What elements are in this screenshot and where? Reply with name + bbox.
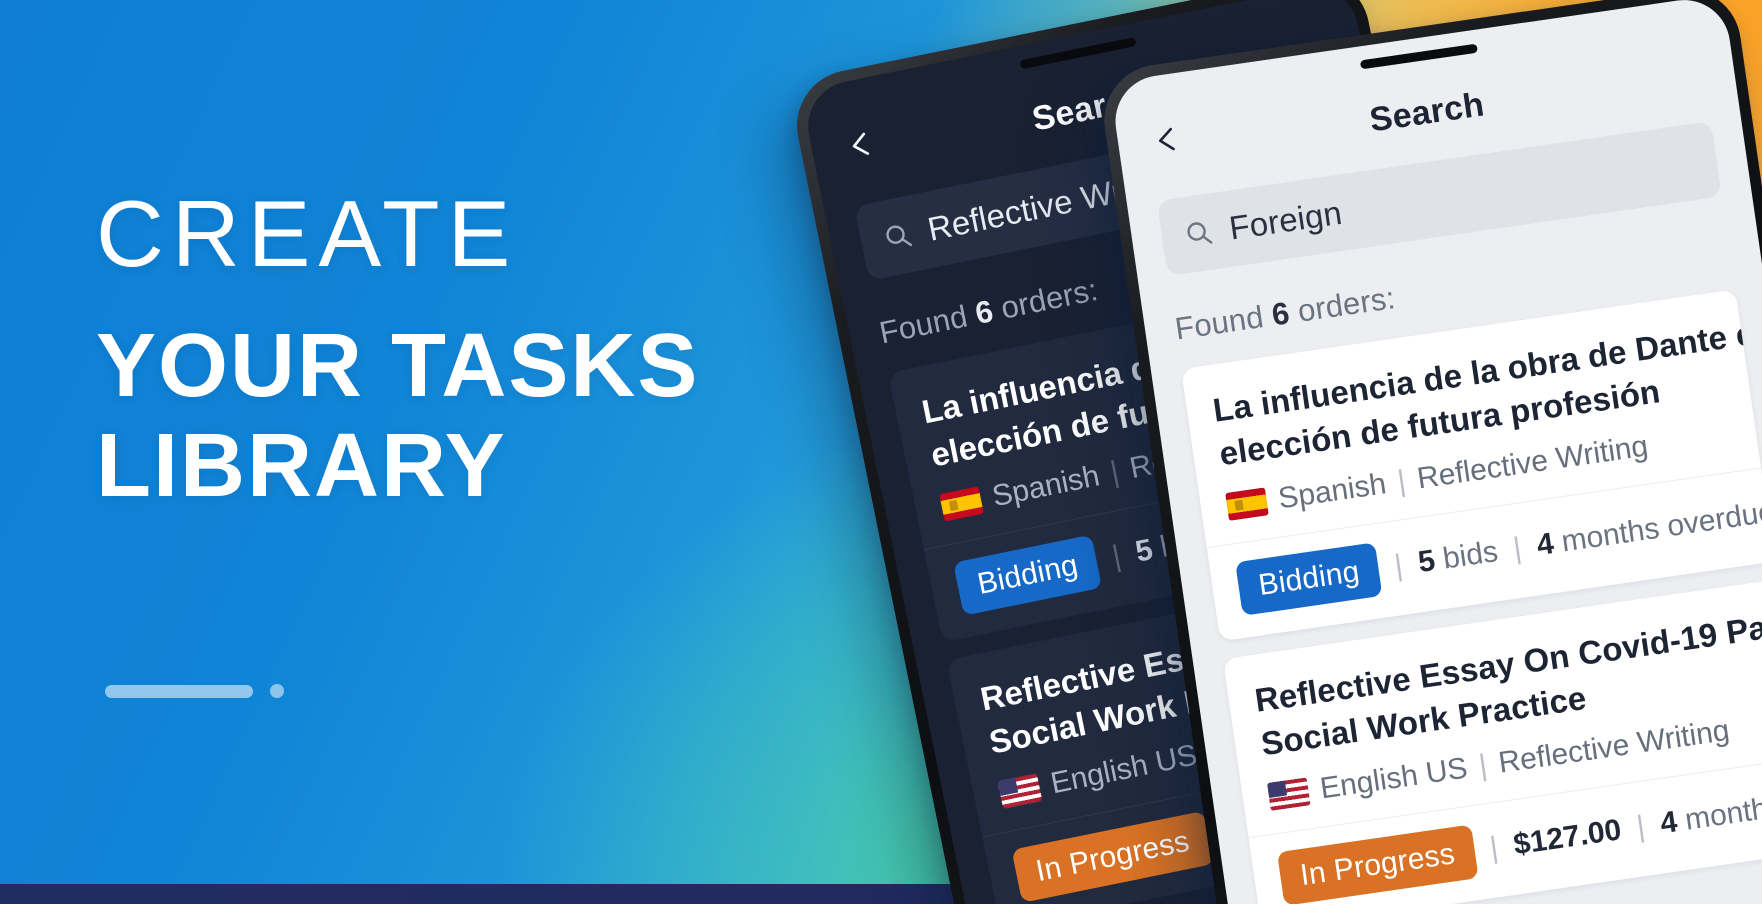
order-due-unit: months overdue [1682,773,1762,837]
headline-line-3: LIBRARY [96,416,507,516]
order-price: $127.00 [1511,813,1624,862]
found-suffix: orders: [1286,280,1398,330]
search-icon [880,219,915,254]
meta-separator: | [1476,748,1490,783]
meta-separator: | [1395,464,1408,499]
carousel-pagination[interactable] [105,684,284,698]
order-bids-unit: bids [1432,535,1500,577]
page-title: Search [1367,84,1487,139]
flag-usa-icon [1266,777,1311,811]
foot-separator: | [1487,831,1501,865]
order-due-unit: months overdue [1551,495,1762,560]
slide-canvas: CREATE YOUR TASKS LIBRARY Search Reflect… [0,0,1762,904]
search-icon [1182,216,1216,250]
foot-separator: | [1109,539,1124,574]
status-badge: In Progress [1011,810,1214,903]
status-badge: Bidding [1235,542,1383,616]
chevron-left-icon[interactable] [1150,123,1184,157]
headline-line-1: CREATE [96,181,519,286]
order-due: 4 months overdue [1535,495,1762,563]
order-language: Spanish [989,459,1103,514]
chevron-left-icon[interactable] [843,127,878,162]
found-suffix: orders: [989,271,1101,328]
order-language: Spanish [1276,467,1389,516]
foot-separator: | [1511,531,1524,566]
foot-separator: | [1634,809,1647,844]
phone-mockup-light: Search Foreign Found 6 orders: La influe… [1096,0,1762,904]
foot-separator: | [1392,548,1405,583]
flag-spain-icon [939,486,984,522]
meta-separator: | [1107,455,1122,490]
order-card[interactable]: La influencia de la obra de Dante en la … [1181,289,1762,642]
found-prefix: Found [876,296,980,351]
hero-headline: CREATE YOUR TASKS LIBRARY [96,181,700,517]
pagination-dot[interactable] [270,684,284,698]
status-badge: Bidding [953,534,1103,616]
flag-usa-icon [997,773,1043,809]
search-input-value: Foreign [1226,193,1345,247]
order-due: 4 months overdue [1658,773,1762,841]
found-prefix: Found [1172,297,1275,347]
pagination-active-indicator[interactable] [105,684,253,698]
headline-line-2: YOUR TASKS [96,316,700,416]
order-language: English US [1318,751,1470,806]
status-badge: In Progress [1276,824,1479,904]
order-bids: 5 bids [1416,535,1500,580]
flag-spain-icon [1225,487,1269,521]
phone-light-screen: Search Foreign Found 6 orders: La influe… [1109,0,1762,904]
search-screen-light: Search Foreign Found 6 orders: La influe… [1109,0,1762,904]
